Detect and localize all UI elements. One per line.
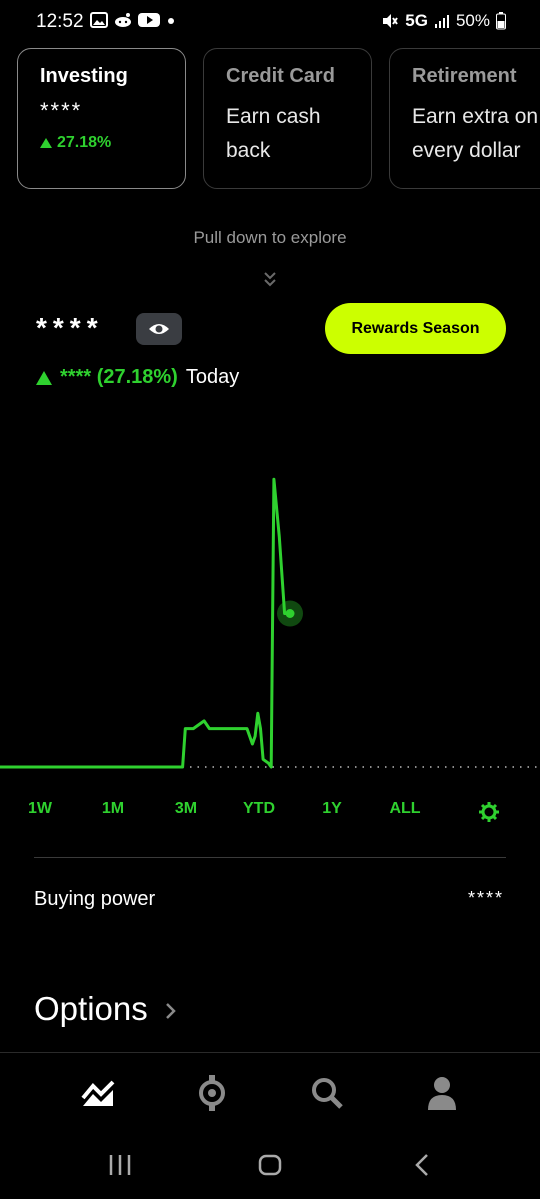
- account-icon: [428, 1077, 456, 1110]
- card-title: Retirement: [412, 65, 517, 87]
- search-icon: [312, 1078, 343, 1109]
- double-chevron-down-icon: [264, 272, 276, 287]
- pull-hint: Pull down to explore: [193, 228, 347, 247]
- chart-current-point: [285, 609, 295, 618]
- investing-icon: [81, 1080, 115, 1106]
- card-body-line: Earn extra on: [412, 105, 539, 128]
- up-triangle-icon: [36, 370, 52, 385]
- nav-account[interactable]: [422, 1073, 462, 1113]
- home-icon[interactable]: [258, 1152, 282, 1178]
- range-1w[interactable]: 1W: [28, 800, 52, 818]
- retirement-card[interactable]: Retirement Earn extra on every dollar: [389, 48, 540, 189]
- bottom-nav: [0, 1052, 540, 1134]
- gear-icon[interactable]: [479, 802, 499, 822]
- rewards-season-button[interactable]: Rewards Season: [325, 303, 506, 354]
- options-title[interactable]: Options: [34, 990, 148, 1028]
- portfolio-chart[interactable]: [0, 440, 540, 780]
- network-type: 5G: [405, 11, 428, 30]
- battery-icon: [496, 12, 506, 30]
- nav-crypto[interactable]: [192, 1073, 232, 1113]
- investing-card[interactable]: Investing **** 27.18%: [17, 48, 186, 189]
- chart-line: [0, 477, 290, 769]
- status-bar: 12:52 5G 50%: [0, 0, 540, 44]
- card-body: Earn extra on every dollar: [412, 100, 540, 168]
- card-body-line: back: [226, 139, 271, 162]
- divider: [34, 857, 506, 858]
- card-change-value: 27.18%: [57, 134, 112, 151]
- range-1y[interactable]: 1Y: [322, 800, 342, 818]
- card-change: 27.18%: [40, 134, 163, 152]
- range-ytd[interactable]: YTD: [243, 800, 275, 818]
- card-body-line: Earn cash: [226, 105, 321, 128]
- eye-icon: [149, 324, 169, 334]
- portfolio-value: ****: [36, 312, 104, 343]
- range-3m[interactable]: 3M: [175, 800, 197, 818]
- back-icon[interactable]: [412, 1152, 432, 1178]
- recent-apps-icon[interactable]: [108, 1152, 132, 1178]
- range-all[interactable]: ALL: [389, 800, 420, 818]
- card-body-line: every dollar: [412, 139, 521, 162]
- youtube-icon: [138, 13, 160, 27]
- card-value: ****: [40, 98, 83, 123]
- mute-icon: [383, 14, 399, 28]
- up-triangle-icon: [40, 138, 52, 148]
- status-time: 12:52: [36, 11, 84, 32]
- card-title: Investing: [40, 65, 128, 87]
- signal-icon: [434, 15, 449, 28]
- nav-investing[interactable]: [78, 1073, 118, 1113]
- card-title: Credit Card: [226, 65, 335, 87]
- portfolio-change: **** (27.18%) Today: [36, 366, 239, 389]
- account-cards: Investing **** 27.18% Credit Card Earn c…: [17, 48, 540, 190]
- battery-percent: 50%: [455, 11, 490, 30]
- range-1m[interactable]: 1M: [102, 800, 124, 818]
- reddit-icon: [115, 13, 131, 27]
- credit-card-card[interactable]: Credit Card Earn cash back: [203, 48, 372, 189]
- chevron-right-icon[interactable]: [164, 1000, 178, 1022]
- range-selector: 1W 1M 3M YTD 1Y ALL: [0, 800, 540, 824]
- dot-icon: [168, 18, 174, 24]
- change-value: **** (27.18%): [60, 366, 178, 388]
- status-right: 5G 50%: [381, 11, 506, 31]
- notification-icons: [90, 12, 176, 28]
- card-body: Earn cash back: [226, 100, 349, 168]
- buying-power-label: Buying power: [34, 888, 156, 910]
- gallery-icon: [90, 12, 108, 28]
- change-period: Today: [185, 366, 240, 388]
- system-nav-bar: [0, 1134, 540, 1199]
- nav-search[interactable]: [307, 1073, 347, 1113]
- crypto-icon: [199, 1075, 225, 1111]
- toggle-visibility-button[interactable]: [136, 313, 182, 345]
- buying-power-value[interactable]: ****: [468, 888, 504, 909]
